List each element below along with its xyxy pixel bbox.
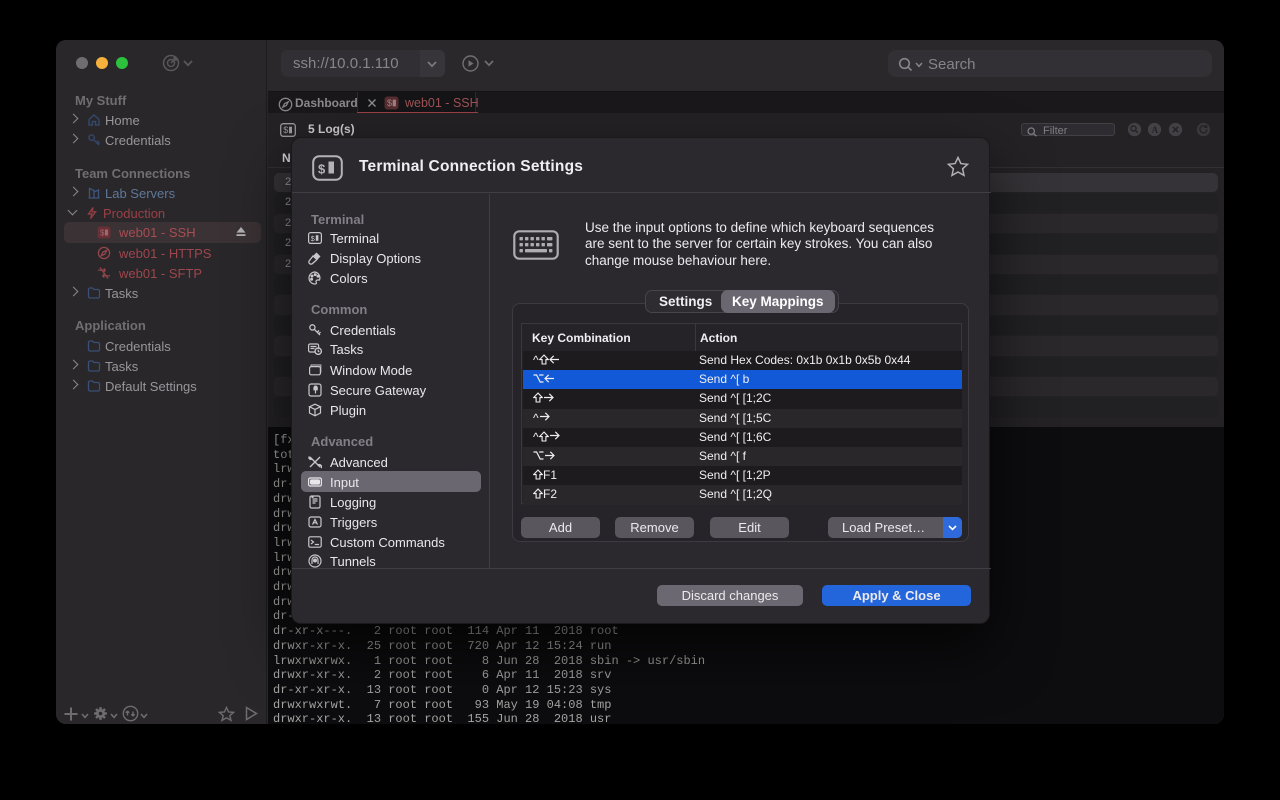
svg-text:$: $ <box>283 125 288 135</box>
svg-text:$: $ <box>387 98 392 108</box>
svg-text:$: $ <box>311 234 316 243</box>
svg-text:A: A <box>1152 125 1159 135</box>
svg-text:$: $ <box>318 162 326 177</box>
svg-text:$: $ <box>100 229 105 238</box>
